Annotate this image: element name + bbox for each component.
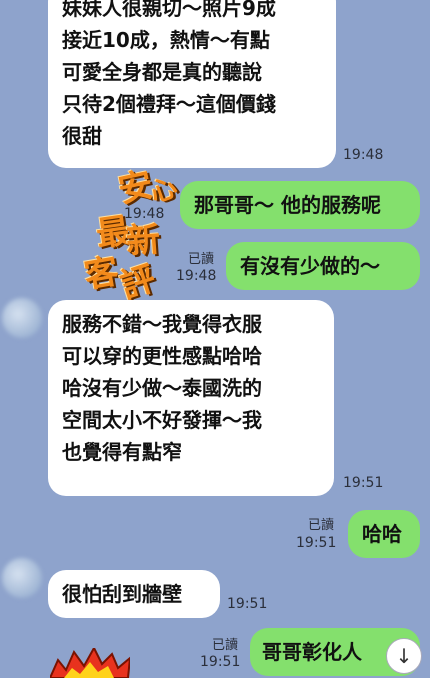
message-timestamp: 19:48	[176, 268, 217, 284]
read-receipt: 已讀	[212, 638, 239, 653]
read-receipt: 已讀	[308, 518, 335, 533]
message-timestamp: 19:51	[227, 596, 268, 612]
outgoing-message-bubble[interactable]: 有沒有少做的～	[226, 242, 420, 290]
incoming-message-bubble[interactable]: 妹妹人很親切～照片9成 接近10成，熱情～有點 可愛全身都是真的聽說 只待2個禮…	[48, 0, 336, 168]
message-timestamp: 19:51	[296, 535, 337, 551]
arrow-down-icon: ↓	[395, 644, 413, 668]
sender-avatar[interactable]	[2, 298, 42, 338]
read-receipt: 已讀	[188, 252, 215, 267]
sender-avatar[interactable]	[2, 558, 42, 598]
message-timestamp: 19:48	[343, 147, 384, 163]
message-timestamp: 19:51	[343, 475, 384, 491]
incoming-message-bubble[interactable]: 服務不錯～我覺得衣服 可以穿的更性感點哈哈 哈沒有少做～泰國洗的 空間太小不好發…	[48, 300, 334, 496]
outgoing-message-bubble[interactable]: 哈哈	[348, 510, 420, 558]
burst-sticker	[50, 648, 130, 678]
outgoing-message-bubble[interactable]: 那哥哥～ 他的服務呢	[180, 181, 420, 229]
message-timestamp: 19:51	[200, 654, 241, 670]
incoming-message-bubble[interactable]: 很怕刮到牆壁	[48, 570, 220, 618]
